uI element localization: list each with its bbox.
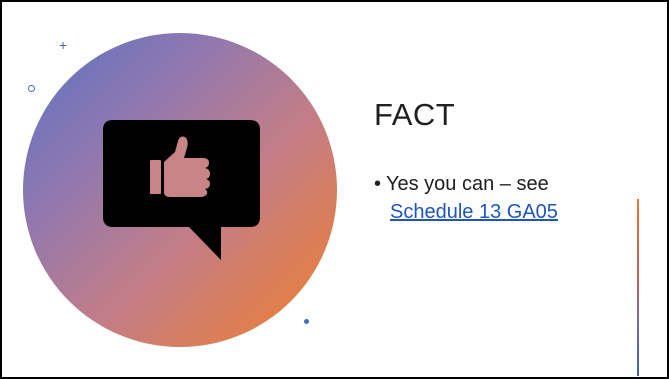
decorative-plus: +	[59, 37, 68, 53]
bullet-marker: •	[374, 173, 382, 195]
schedule-13-link[interactable]: Schedule 13 GA05	[374, 198, 624, 226]
decorative-ring	[28, 85, 35, 92]
decorative-dot	[304, 319, 309, 324]
thumbs-up-speech-bubble-icon	[103, 120, 260, 260]
slide-title: FACT	[374, 97, 456, 132]
slide: + FACT • Yes you can – see Schedule 13 GA…	[0, 0, 669, 379]
bullet-text: Yes you can – see	[386, 173, 549, 195]
bullet-item: • Yes you can – see Schedule 13 GA05	[374, 170, 624, 226]
accent-line	[637, 199, 639, 376]
